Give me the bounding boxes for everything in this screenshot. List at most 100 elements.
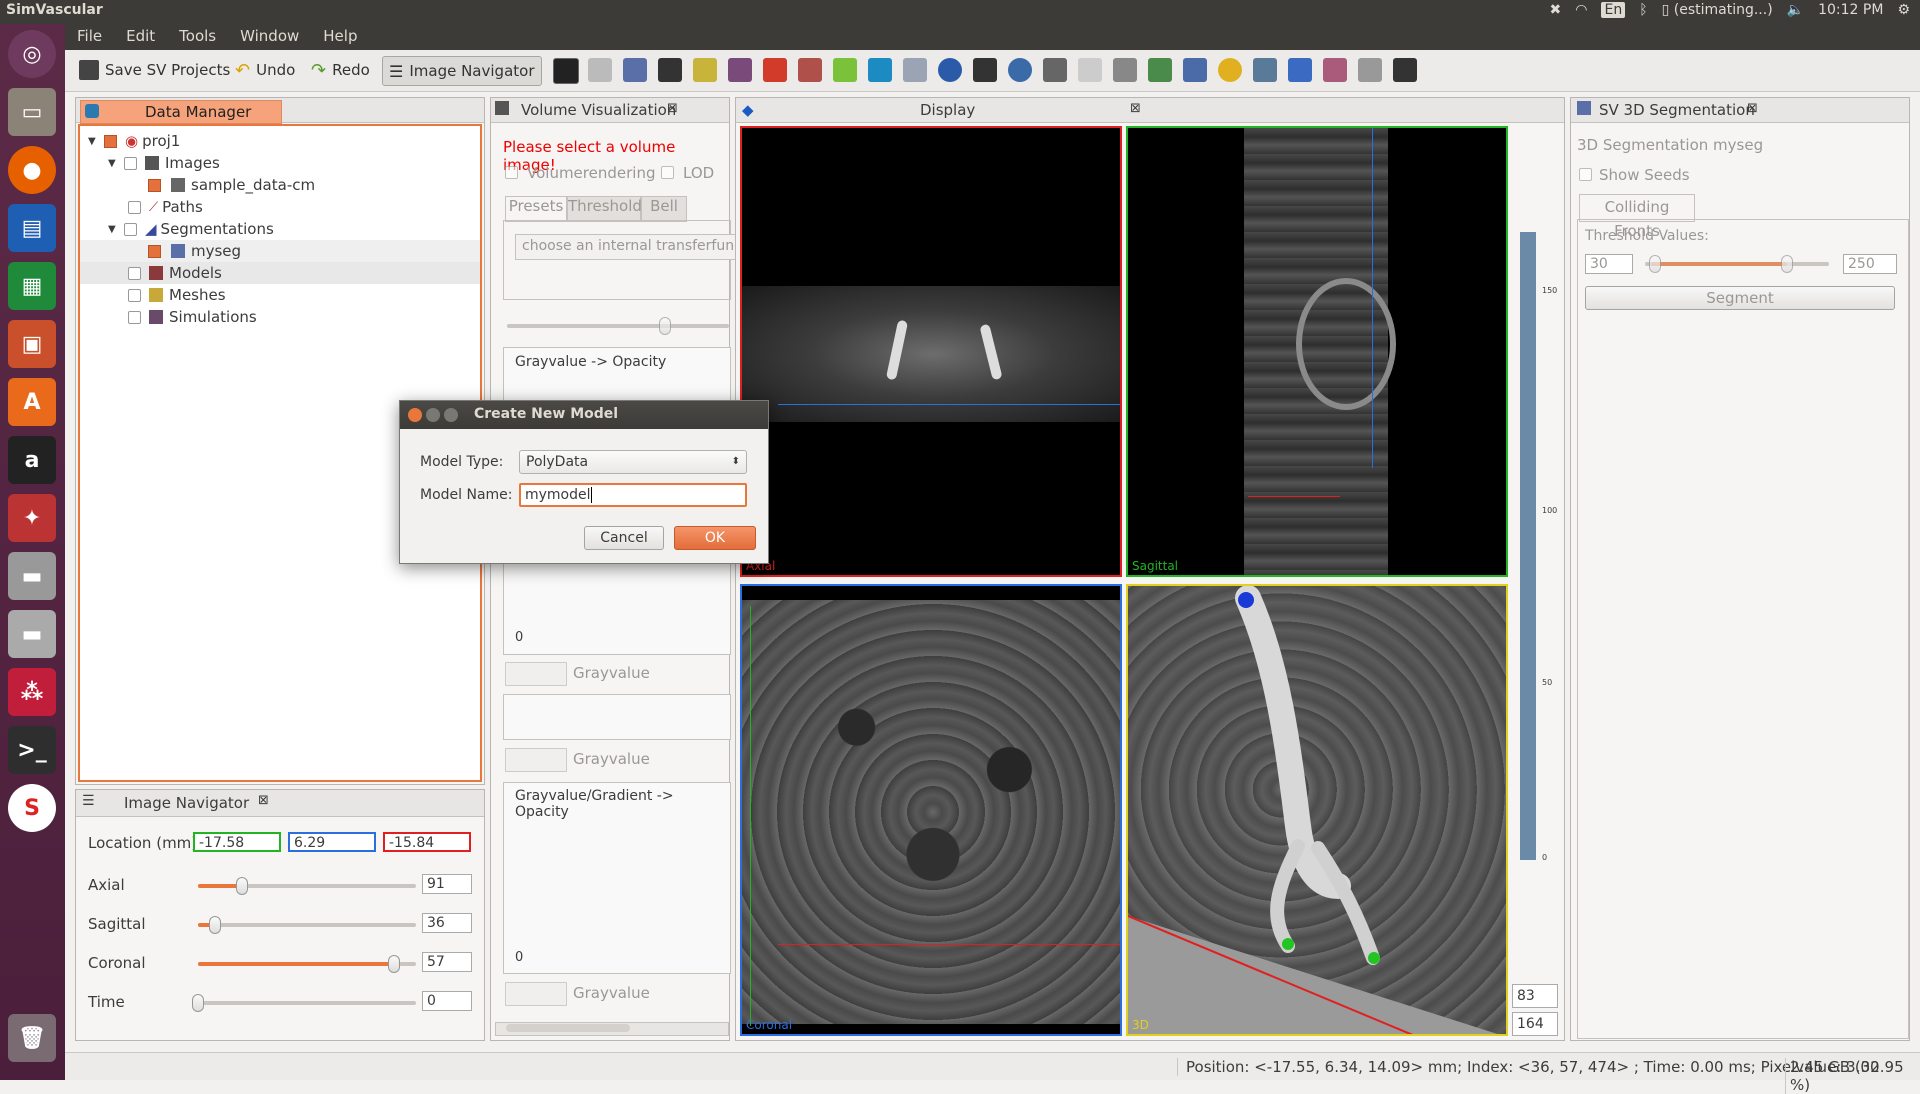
- threshold-high-handle[interactable]: [1781, 255, 1793, 273]
- tree-segmentations[interactable]: ▼ ◢ Segmentations: [108, 218, 274, 240]
- menu-help[interactable]: Help: [311, 24, 369, 50]
- clock[interactable]: 10:12 PM: [1818, 2, 1883, 18]
- tool-3-icon[interactable]: [623, 58, 647, 82]
- tree-paths[interactable]: ⟋ Paths: [128, 196, 203, 218]
- close-icon[interactable]: ⊠: [258, 793, 269, 808]
- zoom-icon[interactable]: [1008, 58, 1032, 82]
- tool-18-icon[interactable]: [1148, 58, 1172, 82]
- axial-view[interactable]: Axial: [740, 126, 1122, 577]
- level-window-bar[interactable]: [1520, 232, 1536, 860]
- menu-file[interactable]: File: [65, 24, 114, 50]
- axial-slider-handle[interactable]: [236, 877, 248, 895]
- keyboard-layout-indicator[interactable]: En: [1601, 2, 1626, 18]
- scrollbar-thumb[interactable]: [506, 1024, 630, 1032]
- tool-21-icon[interactable]: [1253, 58, 1277, 82]
- tool-6-icon[interactable]: [728, 58, 752, 82]
- tab-presets[interactable]: Presets: [505, 196, 567, 222]
- mendeley-icon[interactable]: ⁂: [8, 668, 56, 716]
- software-center-icon[interactable]: A: [8, 378, 56, 426]
- firefox-icon[interactable]: ●: [8, 146, 56, 194]
- range-slider-handle[interactable]: [659, 317, 671, 335]
- tool-4-icon[interactable]: [658, 58, 682, 82]
- coronal-view[interactable]: Coronal: [740, 584, 1122, 1036]
- settings-icon[interactable]: ✦: [8, 494, 56, 542]
- tool-25-icon[interactable]: [1393, 58, 1417, 82]
- expand-arrow-icon[interactable]: ▼: [88, 136, 104, 147]
- tool-9-icon[interactable]: [833, 58, 857, 82]
- menu-edit[interactable]: Edit: [114, 24, 167, 50]
- lod-checkbox[interactable]: [661, 166, 674, 179]
- simvascular-icon[interactable]: S: [8, 784, 56, 832]
- tab-colliding-fronts[interactable]: Colliding Fronts: [1579, 194, 1695, 240]
- tool-2-icon[interactable]: [588, 58, 612, 82]
- tool-23-icon[interactable]: [1323, 58, 1347, 82]
- seg-item-check-icon[interactable]: [148, 244, 161, 258]
- cancel-button[interactable]: Cancel: [584, 526, 664, 550]
- time-spinbox[interactable]: 0: [422, 991, 472, 1011]
- grayvalue-color-box-2[interactable]: [505, 748, 567, 772]
- tool-24-icon[interactable]: [1358, 58, 1382, 82]
- tab-sv-3d-segmentation[interactable]: SV 3D Segmentation: [1599, 101, 1755, 119]
- segment-button[interactable]: Segment: [1585, 286, 1895, 310]
- threshold-low-input[interactable]: 30: [1585, 254, 1633, 274]
- location-y-input[interactable]: 6.29: [288, 832, 376, 852]
- files-icon[interactable]: ▭: [8, 88, 56, 136]
- undo-button[interactable]: ↶ Undo: [235, 56, 295, 84]
- dicom-icon[interactable]: [763, 58, 787, 82]
- window-input[interactable]: 164: [1512, 1012, 1558, 1036]
- volumerendering-checkbox[interactable]: [505, 166, 518, 179]
- terminal-icon[interactable]: >_: [8, 726, 56, 774]
- tool-13-icon[interactable]: [973, 58, 997, 82]
- tree-seg-item[interactable]: myseg: [80, 240, 480, 262]
- expand-arrow-icon[interactable]: ▼: [108, 158, 124, 169]
- expand-arrow-icon[interactable]: ▼: [108, 224, 124, 235]
- horizontal-scrollbar[interactable]: [495, 1022, 729, 1036]
- tree-models[interactable]: Models: [80, 262, 480, 284]
- tree-simulations[interactable]: Simulations: [128, 306, 257, 328]
- tool-22-icon[interactable]: [1288, 58, 1312, 82]
- simulations-checkbox[interactable]: [128, 310, 141, 324]
- help-icon[interactable]: [938, 58, 962, 82]
- image-item-check-icon[interactable]: [148, 178, 161, 192]
- grayvalue-color-box-3[interactable]: [505, 982, 567, 1006]
- tool-10-icon[interactable]: [868, 58, 892, 82]
- model-name-input[interactable]: mymodel: [519, 483, 747, 507]
- tab-threshold[interactable]: Threshold: [567, 196, 642, 222]
- close-icon[interactable]: ⊠: [667, 101, 678, 116]
- location-z-input[interactable]: -15.84: [383, 832, 471, 852]
- image-navigator-button[interactable]: ☰ Image Navigator: [382, 56, 542, 86]
- save-projects-button[interactable]: Save SV Projects: [79, 56, 230, 84]
- calc-icon[interactable]: ▦: [8, 262, 56, 310]
- transfer-function-select[interactable]: choose an internal transferfunc: [515, 234, 737, 260]
- impress-icon[interactable]: ▣: [8, 320, 56, 368]
- show-seeds-checkbox[interactable]: [1579, 168, 1592, 181]
- tree-project[interactable]: ▼ ◉ proj1: [88, 130, 180, 152]
- tab-bell[interactable]: Bell: [641, 196, 687, 222]
- scissors-icon[interactable]: [1043, 58, 1067, 82]
- images-checkbox[interactable]: [124, 156, 137, 170]
- location-x-input[interactable]: -17.58: [193, 832, 281, 852]
- writer-icon[interactable]: ▤: [8, 204, 56, 252]
- dropbox-icon[interactable]: ✖: [1550, 2, 1562, 18]
- tree-image-item[interactable]: sample_data-cm: [148, 174, 315, 196]
- threshold-high-input[interactable]: 250: [1843, 254, 1897, 274]
- ubuntu-dash-icon[interactable]: ◎: [8, 30, 56, 78]
- menu-tools[interactable]: Tools: [167, 24, 228, 50]
- models-checkbox[interactable]: [128, 266, 141, 280]
- time-slider-track[interactable]: [198, 1001, 416, 1005]
- dialog-close-icon[interactable]: [408, 408, 422, 422]
- bluetooth-icon[interactable]: ᛒ: [1639, 2, 1647, 18]
- ok-button[interactable]: OK: [674, 526, 756, 550]
- battery-status[interactable]: ▯ (estimating...): [1662, 2, 1773, 18]
- search-icon[interactable]: [1183, 58, 1207, 82]
- tool-5-icon[interactable]: [693, 58, 717, 82]
- tree-images[interactable]: ▼ Images: [108, 152, 220, 174]
- amazon-icon[interactable]: a: [8, 436, 56, 484]
- coronal-slider-handle[interactable]: [388, 955, 400, 973]
- paths-checkbox[interactable]: [128, 200, 141, 214]
- sagittal-slider-track[interactable]: [198, 923, 416, 927]
- python-icon[interactable]: [1218, 58, 1242, 82]
- drive-icon[interactable]: ▬: [8, 552, 56, 600]
- gear-icon[interactable]: ⚙: [1897, 2, 1910, 18]
- close-icon[interactable]: ⊠: [1130, 101, 1141, 116]
